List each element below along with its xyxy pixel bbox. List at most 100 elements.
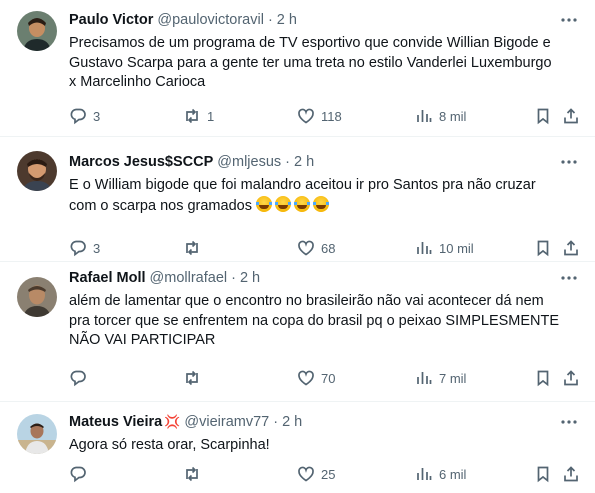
- tweet[interactable]: Mateus Vieira 💢 @vieiramv77 · 2 h Agora …: [0, 402, 595, 493]
- tweet-text: Precisamos de um programa de TV esportiv…: [69, 35, 552, 91]
- reply-icon: [70, 370, 86, 387]
- more-options-icon[interactable]: [559, 412, 579, 432]
- display-name[interactable]: Marcos Jesus$SCCP: [69, 154, 213, 170]
- like-count: 70: [321, 370, 336, 386]
- reply-icon: [70, 108, 86, 125]
- action-bar: 70 7 mil: [69, 368, 579, 388]
- timestamp[interactable]: 2 h: [240, 270, 260, 286]
- retweet-button[interactable]: [183, 238, 207, 258]
- separator-dot: ·: [273, 414, 279, 430]
- user-handle[interactable]: @paulovictoravil: [157, 12, 264, 28]
- tweet[interactable]: Rafael Moll @mollrafael · 2 h além de la…: [0, 262, 595, 402]
- retweet-icon: [186, 240, 198, 256]
- timestamp[interactable]: 2 h: [294, 154, 314, 170]
- bookmark-icon: [537, 108, 549, 125]
- reply-feed: Paulo Victor @paulovictoravil · 2 h Prec…: [0, 0, 595, 493]
- retweet-count: 1: [207, 108, 215, 124]
- display-name[interactable]: Paulo Victor: [69, 12, 153, 28]
- share-icon: [564, 466, 578, 482]
- display-name[interactable]: Mateus Vieira: [69, 414, 162, 430]
- laughing-emoji-icon: [274, 195, 291, 212]
- bookmark-button[interactable]: [534, 368, 552, 388]
- retweet-button[interactable]: 1: [183, 106, 214, 126]
- more-options-icon[interactable]: [559, 10, 579, 30]
- bookmark-button[interactable]: [534, 106, 552, 126]
- display-name[interactable]: Rafael Moll: [69, 270, 146, 286]
- avatar[interactable]: [17, 11, 57, 51]
- tweet-text: Agora só resta orar, Scarpinha!: [69, 437, 270, 453]
- share-button[interactable]: [562, 464, 580, 484]
- avatar[interactable]: [17, 151, 57, 191]
- avatar[interactable]: [17, 414, 57, 454]
- reply-count: 3: [93, 240, 101, 256]
- action-bar: 3 1 118 8 mil: [69, 106, 579, 126]
- like-button[interactable]: 25: [297, 464, 335, 484]
- user-handle[interactable]: @mljesus: [217, 154, 281, 170]
- bookmark-icon: [537, 466, 549, 483]
- user-handle[interactable]: @vieiramv77: [184, 414, 269, 430]
- separator-dot: ·: [231, 270, 236, 286]
- tweet[interactable]: Marcos Jesus$SCCP @mljesus · 2 h E o Wil…: [0, 137, 595, 262]
- views-chart-icon: [417, 242, 432, 254]
- more-options-icon[interactable]: [559, 268, 579, 288]
- views-button[interactable]: 6 mil: [415, 464, 466, 484]
- views-chart-icon: [417, 468, 432, 480]
- reply-button[interactable]: 3: [69, 238, 100, 258]
- timestamp[interactable]: 2 h: [282, 414, 302, 430]
- share-icon: [564, 240, 578, 256]
- heart-icon: [298, 108, 314, 124]
- like-count: 25: [321, 466, 336, 482]
- share-button[interactable]: [562, 238, 580, 258]
- bookmark-button[interactable]: [534, 238, 552, 258]
- view-count: 10 mil: [439, 240, 474, 256]
- more-options-icon[interactable]: [559, 152, 579, 172]
- view-count: 7 mil: [439, 370, 467, 386]
- share-button[interactable]: [562, 368, 580, 388]
- tweet-text: além de lamentar que o encontro no brasi…: [69, 293, 560, 349]
- reply-count: 3: [93, 108, 101, 124]
- avatar[interactable]: [17, 277, 57, 317]
- views-chart-icon: [417, 372, 432, 384]
- share-icon: [564, 108, 578, 124]
- views-chart-icon: [417, 110, 432, 122]
- like-count: 68: [321, 240, 336, 256]
- retweet-icon: [186, 466, 198, 482]
- reply-icon: [70, 466, 86, 483]
- timestamp[interactable]: 2 h: [277, 12, 297, 28]
- retweet-button[interactable]: [183, 464, 207, 484]
- share-icon: [564, 370, 578, 386]
- like-button[interactable]: 68: [297, 238, 335, 258]
- bookmark-icon: [537, 240, 549, 257]
- retweet-icon: [186, 370, 198, 386]
- separator-dot: ·: [285, 154, 290, 170]
- bookmark-button[interactable]: [534, 464, 552, 484]
- reply-button[interactable]: [69, 464, 93, 484]
- heart-icon: [298, 466, 314, 482]
- separator-dot: ·: [267, 12, 273, 28]
- tweet-text-container: E o William bigode que foi malandro acei…: [69, 176, 579, 216]
- heart-icon: [298, 240, 314, 256]
- like-count: 118: [321, 108, 342, 124]
- views-button[interactable]: 8 mil: [415, 106, 466, 126]
- like-button[interactable]: 70: [297, 368, 335, 388]
- share-button[interactable]: [562, 106, 580, 126]
- view-count: 8 mil: [439, 108, 467, 124]
- anger-symbol-icon: 💢: [164, 414, 181, 429]
- laughing-emoji-icon: [255, 195, 272, 212]
- reply-button[interactable]: [69, 368, 93, 388]
- retweet-button[interactable]: [183, 368, 207, 388]
- laughing-emoji-icon: [293, 195, 310, 212]
- views-button[interactable]: 7 mil: [415, 368, 466, 388]
- heart-icon: [298, 370, 314, 386]
- retweet-icon: [186, 108, 198, 124]
- view-count: 6 mil: [439, 466, 467, 482]
- tweet[interactable]: Paulo Victor @paulovictoravil · 2 h Prec…: [0, 0, 595, 137]
- reply-button[interactable]: 3: [69, 106, 100, 126]
- like-button[interactable]: 118: [297, 106, 342, 126]
- user-handle[interactable]: @mollrafael: [150, 270, 228, 286]
- action-bar: 25 6 mil: [69, 464, 579, 484]
- laughing-emoji-icon: [312, 195, 329, 212]
- bookmark-icon: [537, 370, 549, 387]
- reply-icon: [70, 240, 86, 257]
- views-button[interactable]: 10 mil: [415, 238, 474, 258]
